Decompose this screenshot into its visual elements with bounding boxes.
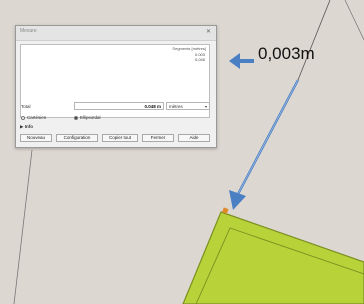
total-label: Total [21, 104, 31, 109]
radio-cartesian-label: Cartésien [27, 115, 47, 120]
info-section-toggle[interactable]: ▶ Info [20, 124, 33, 130]
close-icon[interactable]: ✕ [204, 28, 213, 36]
chevron-right-icon: ▶ [20, 124, 24, 129]
total-value: 0.048 m [74, 102, 164, 110]
measure-line-inner [236, 79, 299, 197]
radio-ellipsoidal-label: Ellipsoïdal [80, 115, 101, 120]
copy-all-button[interactable]: Copier tout [102, 134, 138, 142]
new-button[interactable]: Nouveau [20, 134, 52, 142]
measure-arrowhead [229, 190, 246, 210]
polygon-feature[interactable] [182, 211, 364, 304]
radio-cartesian-indicator [21, 115, 25, 120]
map-line [297, 0, 331, 81]
map-line [344, 0, 364, 41]
info-label: Info [24, 124, 33, 129]
dialog-titlebar[interactable]: Mesure ✕ [16, 26, 216, 41]
callout-arrowhead [229, 53, 240, 69]
chevron-down-icon: ▾ [204, 104, 207, 109]
measure-dialog: Mesure ✕ Segments [mètres] 0.003 0.045 T… [15, 25, 217, 148]
segments-header: Segments [mètres] [172, 46, 206, 51]
dialog-title: Mesure [20, 28, 37, 34]
radio-cartesian[interactable]: Cartésien [21, 115, 46, 120]
segment-row: 0.045 [194, 57, 205, 62]
measurement-callout: 0,003m [258, 44, 315, 63]
unit-select-value: mètres [169, 104, 183, 109]
map-line [13, 149, 33, 304]
unit-select[interactable]: mètres ▾ [166, 102, 210, 110]
close-button[interactable]: Fermer [142, 134, 174, 142]
help-button[interactable]: Aide [178, 134, 210, 142]
radio-ellipsoidal[interactable]: Ellipsoïdal [74, 115, 101, 120]
radio-ellipsoidal-indicator [74, 115, 78, 120]
configuration-button[interactable]: Configuration [56, 134, 98, 142]
